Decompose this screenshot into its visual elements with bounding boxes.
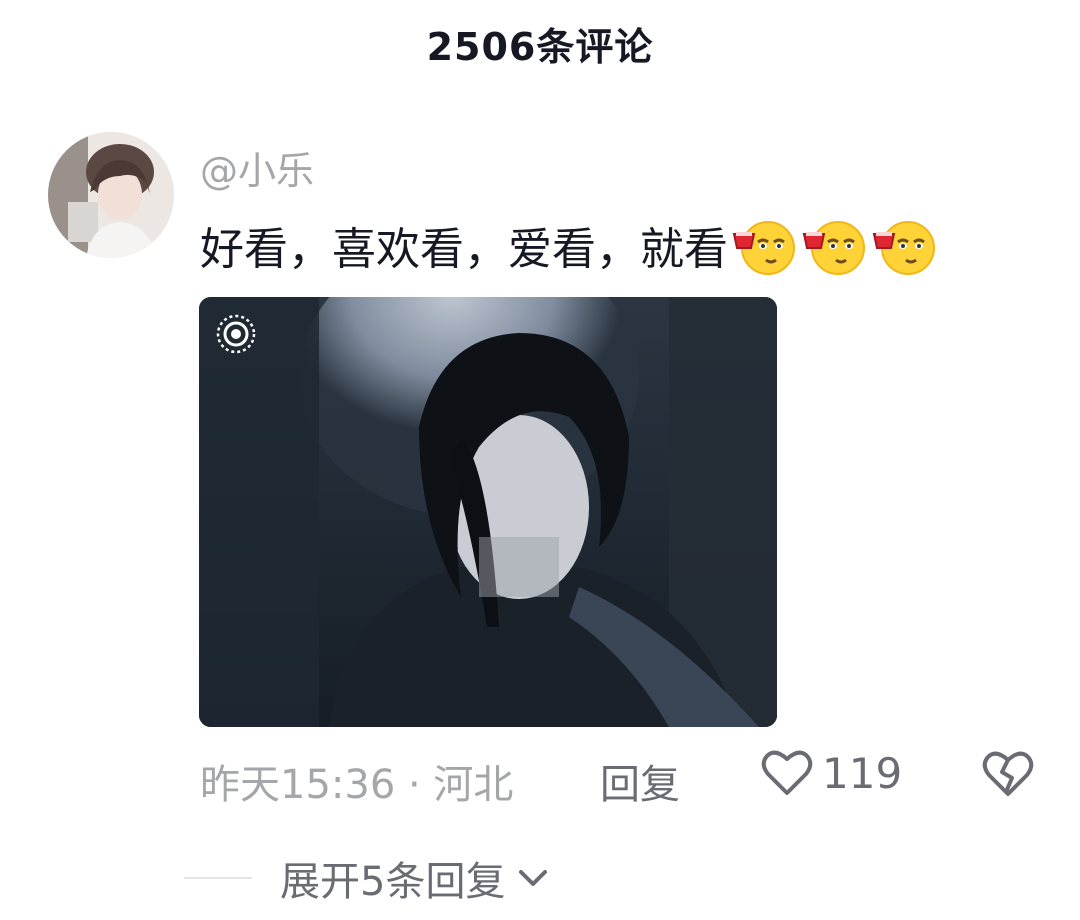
live-photo-icon	[216, 314, 256, 354]
divider	[184, 877, 252, 879]
time-location: 昨天15:36 · 河北	[200, 762, 514, 808]
reply-button[interactable]: 回复	[600, 752, 680, 810]
avatar[interactable]	[48, 132, 174, 258]
heart-outline-icon[interactable]	[760, 748, 814, 798]
like-count: 119	[822, 748, 903, 798]
toast-emoji-icon	[872, 221, 935, 275]
comment-image[interactable]	[199, 297, 777, 727]
comment-meta: 昨天15:36 · 河北 回复 119	[200, 748, 1040, 808]
like-button[interactable]: 119	[760, 748, 902, 798]
expand-replies-label[interactable]: 展开5条回复	[280, 849, 505, 907]
comment-body: 好看，喜欢看，爱看，就看	[200, 212, 940, 278]
chevron-down-icon[interactable]	[515, 863, 551, 893]
emoji-group	[730, 212, 940, 278]
toast-emoji-icon	[802, 221, 865, 275]
comment-text: 好看，喜欢看，爱看，就看	[200, 224, 728, 275]
comment-count-title: 2506条评论	[426, 25, 654, 69]
expand-replies-button[interactable]: 展开5条回复	[184, 850, 551, 906]
username[interactable]: @小乐	[200, 140, 314, 195]
comment-panel: 2506条评论 @小乐 好看，喜欢看，爱看，就看 昨天15:36 · 河北 回复…	[0, 0, 1080, 920]
toast-emoji-icon	[732, 221, 795, 275]
broken-heart-icon[interactable]	[980, 748, 1036, 800]
